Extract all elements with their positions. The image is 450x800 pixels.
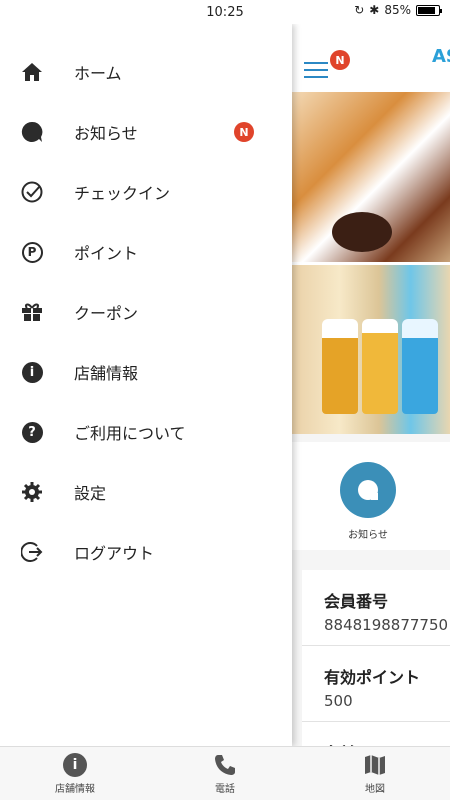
info-icon: i xyxy=(20,360,44,384)
chat-bubble-icon xyxy=(358,480,378,500)
member-number-card: 会員番号 8848198877750 xyxy=(302,570,450,646)
map-icon xyxy=(365,754,385,775)
drawer-item-coupon[interactable]: クーポン xyxy=(0,282,292,342)
tab-store-info[interactable]: i 店舗情報 xyxy=(0,747,150,800)
notice-shortcut: お知らせ xyxy=(292,434,450,550)
notice-label: お知らせ xyxy=(348,530,388,541)
drawer-item-about[interactable]: ? ご利用について xyxy=(0,402,292,462)
hamburger-menu-button[interactable] xyxy=(304,62,328,80)
drawer-item-home[interactable]: ホーム xyxy=(0,42,292,102)
chat-bubble-icon xyxy=(20,120,44,144)
card-value: 500 xyxy=(324,692,353,710)
drawer-item-label: ホーム xyxy=(74,64,122,83)
main-content: N AS お知らせ 会員番号 8848198877750 有効ポイント 500 … xyxy=(292,24,450,746)
tab-label: 店舗情報 xyxy=(55,783,95,795)
status-time: 10:25 xyxy=(206,4,244,20)
dessert-photo[interactable] xyxy=(292,92,450,262)
drawer-item-point[interactable]: P ポイント xyxy=(0,222,292,282)
tab-phone[interactable]: 電話 xyxy=(150,747,300,800)
drawer-item-label: ご利用について xyxy=(74,424,186,443)
card-value: 8848198877750 xyxy=(324,616,449,634)
navigation-drawer: ホーム お知らせ N チェックイン P ポイント クーポン i 店舗情報 ? ご… xyxy=(0,24,292,746)
notification-badge: N xyxy=(330,50,350,70)
drawer-item-label: 店舗情報 xyxy=(74,364,139,383)
drawer-item-settings[interactable]: 設定 xyxy=(0,462,292,522)
points-card: 有効ポイント 500 xyxy=(302,646,450,722)
tab-label: 電話 xyxy=(215,783,235,795)
drawer-item-label: 設定 xyxy=(74,484,107,503)
name-card: 名前 xyxy=(302,722,450,746)
gear-icon xyxy=(20,480,44,504)
tab-label: 地図 xyxy=(365,783,385,795)
notice-button[interactable] xyxy=(340,462,396,518)
info-icon: i xyxy=(63,752,87,777)
drawer-item-notice[interactable]: お知らせ N xyxy=(0,102,292,162)
drawer-item-checkin[interactable]: チェックイン xyxy=(0,162,292,222)
main-header: N AS xyxy=(292,24,450,92)
logout-icon xyxy=(20,540,44,564)
battery-percent: 85% xyxy=(384,3,411,17)
drawer-item-label: ログアウト xyxy=(74,544,155,563)
drawer-item-logout[interactable]: ログアウト xyxy=(0,522,292,582)
brand-logo: AS xyxy=(432,46,450,67)
status-indicators: ↻ ✱ 85% xyxy=(354,3,442,17)
rotation-lock-icon: ↻ xyxy=(354,3,365,17)
bottom-tab-bar: i 店舗情報 電話 地図 xyxy=(0,746,450,800)
drawer-item-label: ポイント xyxy=(74,244,139,263)
phone-icon xyxy=(215,754,235,775)
card-title: 会員番号 xyxy=(324,592,389,611)
point-icon: P xyxy=(20,240,44,264)
check-circle-icon xyxy=(20,180,44,204)
drawer-item-label: チェックイン xyxy=(74,184,171,203)
status-bar: 10:25 ↻ ✱ 85% xyxy=(0,0,450,24)
notification-badge: N xyxy=(234,122,254,142)
drinks-photo[interactable] xyxy=(292,262,450,434)
battery-icon xyxy=(416,4,442,16)
home-icon xyxy=(20,60,44,84)
drawer-item-label: お知らせ xyxy=(74,124,138,143)
drawer-item-store-info[interactable]: i 店舗情報 xyxy=(0,342,292,402)
member-info: 会員番号 8848198877750 有効ポイント 500 名前 xyxy=(292,550,450,746)
help-icon: ? xyxy=(20,420,44,444)
drawer-item-label: クーポン xyxy=(74,304,139,323)
bluetooth-icon: ✱ xyxy=(369,3,380,17)
tab-map[interactable]: 地図 xyxy=(300,747,450,800)
gift-icon xyxy=(20,300,44,324)
app-screen: 10:25 ↻ ✱ 85% N AS お知らせ 会員番号 88481988777… xyxy=(0,0,450,800)
card-title: 有効ポイント xyxy=(324,668,421,687)
